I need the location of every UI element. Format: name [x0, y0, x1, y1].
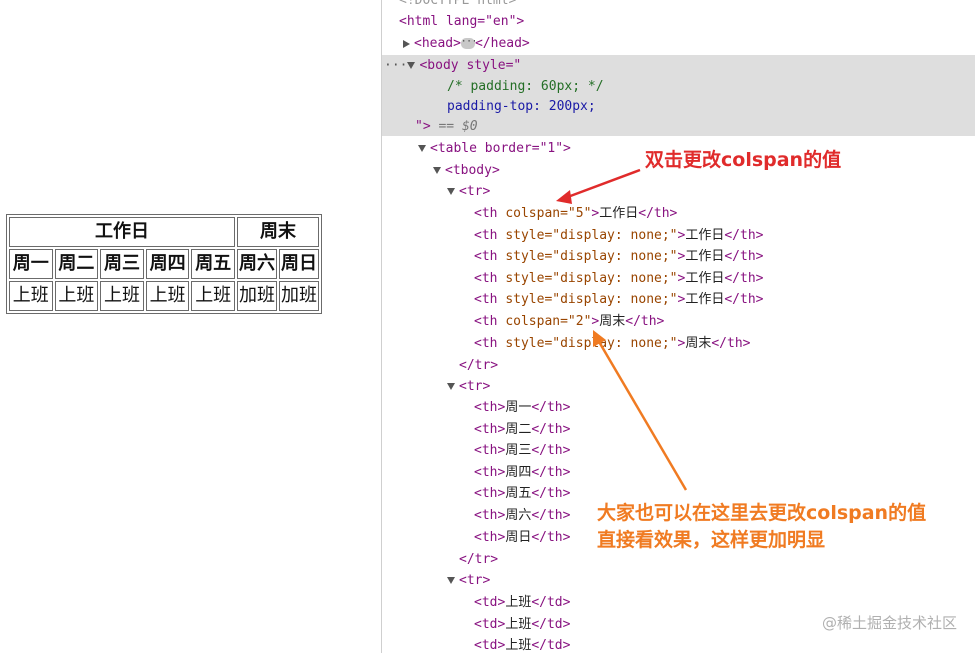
- th-attribute: colspan="5": [505, 206, 592, 221]
- rendered-page: 工作日 周末 周一 周二 周三 周四 周五 周六 周日 上班 上班 上班 上班 上班 加班 加班: [0, 0, 381, 653]
- th-text: 周二: [505, 421, 532, 437]
- th-attribute: style="display: none;": [505, 292, 678, 308]
- td-text: 上班: [505, 595, 532, 610]
- status-cell: 上班: [100, 281, 144, 311]
- expand-triangle-icon[interactable]: [403, 39, 410, 48]
- th-attribute: style="display: none;": [505, 335, 678, 351]
- th-text: 工作日: [685, 270, 725, 286]
- th-node[interactable]: <th colspan="5">工作日</th>: [474, 203, 677, 224]
- th-node[interactable]: <th>周五</th>: [474, 483, 570, 504]
- tr-node-3[interactable]: <tr>: [447, 570, 490, 591]
- td-text: 上班: [505, 638, 532, 654]
- th-text: 周三: [505, 443, 532, 459]
- cell-node[interactable]: <td>上班</td>: [474, 614, 570, 635]
- tr-node-1[interactable]: <tr>: [447, 181, 490, 202]
- cell-node[interactable]: <td>上班</td>: [474, 592, 570, 613]
- th-node[interactable]: <th>周三</th>: [474, 440, 570, 461]
- th-node[interactable]: <th colspan="2">周末</th>: [474, 311, 664, 332]
- header-cell-weekdays: 工作日: [9, 217, 235, 247]
- th-text: 周四: [505, 464, 532, 480]
- th-node[interactable]: <th>周四</th>: [474, 462, 570, 483]
- header-cell-weekend: 周末: [237, 217, 319, 247]
- day-header-cell: 周四: [145, 249, 190, 279]
- th-attribute: style="display: none;": [505, 270, 678, 286]
- td-text: 上班: [505, 616, 532, 632]
- annotation-bottom: 大家也可以在这里去更改colspan的值 直接看效果，这样更加明显: [597, 502, 927, 551]
- body-style-comment: /* padding: 60px; */: [447, 79, 604, 94]
- watermark: @稀土掘金技术社区: [821, 614, 957, 632]
- th-text: 周五: [505, 486, 532, 502]
- th-text: 周末: [599, 314, 626, 329]
- day-header-cell: 周三: [100, 249, 144, 279]
- status-cell: 加班: [279, 281, 319, 311]
- th-text: 工作日: [685, 292, 725, 308]
- collapse-triangle-icon[interactable]: [407, 62, 416, 69]
- table-days-row: 周一 周二 周三 周四 周五 周六 周日: [9, 249, 319, 279]
- th-attribute: colspan="2": [505, 314, 592, 329]
- th-text: 工作日: [685, 249, 725, 265]
- th-node[interactable]: <th style="display: none;">工作日</th>: [474, 246, 763, 267]
- day-header-cell: 周二: [54, 249, 99, 279]
- th-text: 周六: [505, 508, 532, 523]
- day-header-cell: 周日: [279, 249, 319, 279]
- collapse-triangle-icon[interactable]: [447, 188, 455, 195]
- th-node[interactable]: <th style="display: none;">工作日</th>: [474, 268, 763, 289]
- th-node[interactable]: <th>周一</th>: [474, 397, 570, 418]
- status-cell: 加班: [237, 281, 277, 311]
- more-options-icon[interactable]: ···: [384, 58, 407, 73]
- day-header-cell: 周五: [191, 249, 235, 279]
- th-node[interactable]: <th>周日</th>: [474, 527, 570, 548]
- body-node[interactable]: ··· <body style=": [384, 55, 521, 76]
- th-text: 周一: [505, 400, 532, 415]
- day-header-cell: 周一: [9, 249, 53, 279]
- th-node[interactable]: <th>周六</th>: [474, 505, 570, 526]
- table-node[interactable]: <table border="1">: [418, 138, 571, 159]
- html-node[interactable]: <html lang="en">: [399, 11, 524, 32]
- th-text: 周日: [505, 529, 532, 545]
- devtools-elements-panel: <!DOCTYPE html> <html lang="en"> <head>·…: [382, 0, 975, 653]
- tr-close-1[interactable]: </tr>: [459, 355, 498, 376]
- th-text: 周末: [685, 335, 712, 351]
- annotation-top: 双击更改colspan的值: [645, 149, 842, 171]
- status-cell: 上班: [145, 281, 190, 311]
- collapse-triangle-icon[interactable]: [418, 145, 426, 152]
- ellipsis-icon[interactable]: ···: [460, 38, 477, 49]
- tbody-node[interactable]: <tbody>: [433, 160, 500, 181]
- status-cell: 上班: [9, 281, 53, 311]
- day-header-cell: 周六: [237, 249, 277, 279]
- table-header-row: 工作日 周末: [9, 217, 319, 247]
- th-text: 工作日: [685, 227, 725, 243]
- status-cell: 上班: [191, 281, 235, 311]
- body-style-end: "> == $0: [415, 119, 478, 134]
- th-node[interactable]: <th style="display: none;">工作日</th>: [474, 225, 763, 246]
- th-node[interactable]: <th style="display: none;">周末</th>: [474, 333, 750, 354]
- th-attribute: style="display: none;": [505, 227, 678, 243]
- tr-close-2[interactable]: </tr>: [459, 549, 498, 570]
- doctype-line[interactable]: <!DOCTYPE html>: [399, 0, 516, 11]
- collapse-triangle-icon[interactable]: [447, 577, 455, 584]
- collapse-triangle-icon[interactable]: [447, 383, 455, 390]
- collapse-triangle-icon[interactable]: [433, 167, 441, 174]
- schedule-table: 工作日 周末 周一 周二 周三 周四 周五 周六 周日 上班 上班 上班 上班 上班 加班 加班: [6, 214, 322, 314]
- th-node[interactable]: <th style="display: none;">工作日</th>: [474, 289, 763, 310]
- head-node[interactable]: <head>···</head>: [403, 33, 530, 54]
- table-status-row: 上班 上班 上班 上班 上班 加班 加班: [9, 281, 319, 311]
- tr-node-2[interactable]: <tr>: [447, 376, 490, 397]
- th-attribute: style="display: none;": [505, 249, 678, 265]
- status-cell: 上班: [54, 281, 99, 311]
- th-text: 工作日: [599, 206, 639, 221]
- body-style-padding: padding-top: 200px;: [447, 99, 596, 114]
- th-node[interactable]: <th>周二</th>: [474, 419, 570, 440]
